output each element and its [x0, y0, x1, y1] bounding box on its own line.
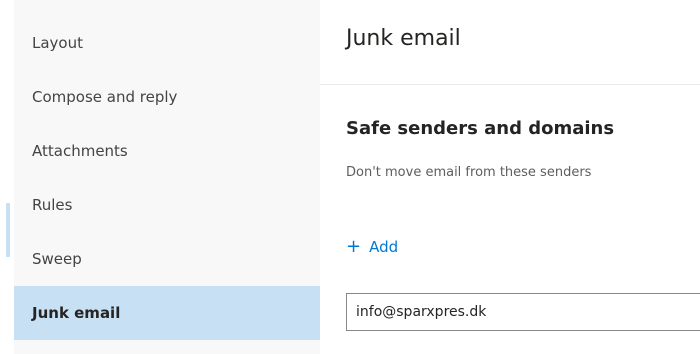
sidebar-edge	[0, 0, 14, 354]
settings-sidebar: Layout Compose and reply Attachments Rul…	[0, 0, 320, 354]
settings-content: Junk email Safe senders and domains Don'…	[320, 0, 700, 354]
sidebar-item-junk-email[interactable]: Junk email	[14, 286, 320, 340]
settings-nav-list: Layout Compose and reply Attachments Rul…	[14, 16, 320, 340]
sidebar-item-layout[interactable]: Layout	[14, 16, 320, 70]
sidebar-item-rules[interactable]: Rules	[14, 178, 320, 232]
section-title: Safe senders and domains	[346, 118, 615, 139]
section-description: Don't move email from these senders	[346, 165, 592, 180]
page-title: Junk email	[346, 26, 461, 51]
plus-icon: +	[346, 236, 362, 257]
sidebar-item-compose-and-reply[interactable]: Compose and reply	[14, 70, 320, 124]
sidebar-item-sweep[interactable]: Sweep	[14, 232, 320, 286]
add-button[interactable]: + Add	[346, 236, 398, 257]
safe-sender-input[interactable]	[346, 293, 700, 331]
selection-indicator	[6, 203, 10, 257]
add-button-label: Add	[369, 238, 399, 256]
sidebar-item-attachments[interactable]: Attachments	[14, 124, 320, 178]
